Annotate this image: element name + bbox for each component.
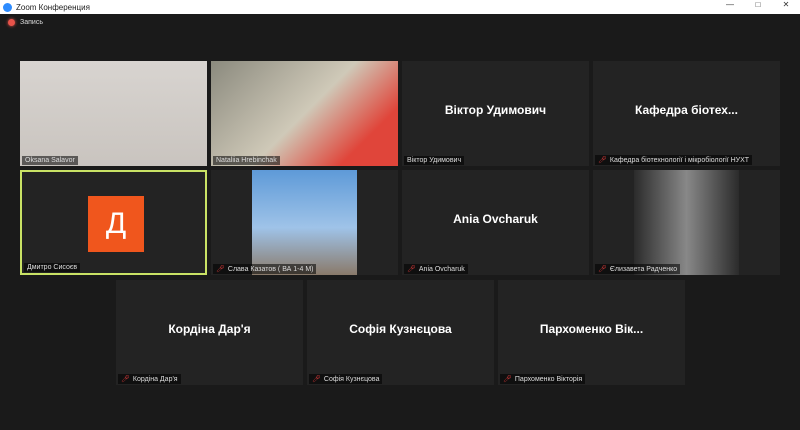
participant-tile[interactable]: Nataliia Hrebinchak (211, 61, 398, 166)
participant-tile[interactable]: 🎤︎ Єлизавета Радченко (593, 170, 780, 275)
participant-name: Єлизавета Радченко (609, 265, 678, 273)
recording-indicator[interactable]: Запись (8, 19, 43, 26)
participant-video (20, 61, 207, 166)
participant-name: Віктор Удимович (407, 157, 462, 164)
participant-name-label: 🎤︎ Ania Ovcharuk (404, 264, 468, 274)
close-button[interactable]: ✕ (772, 0, 800, 9)
participant-name: Ania Ovcharuk (418, 265, 465, 273)
participant-tile[interactable]: 🎤︎ Слава Казатов ( ВА 1-4 M) (211, 170, 398, 275)
participant-name: Софія Кузнєцова (323, 375, 380, 383)
participant-display-name: Ania Ovcharuk (453, 212, 538, 226)
title-bar: Zoom Конференция — □ ✕ (0, 0, 800, 14)
participant-tile[interactable]: Ania Ovcharuk 🎤︎ Ania Ovcharuk (402, 170, 589, 275)
mic-muted-icon: 🎤︎ (407, 266, 416, 273)
participant-name-label: 🎤︎ Єлизавета Радченко (595, 264, 681, 274)
participant-tile[interactable]: Кафедра біотех... 🎤︎ Кафедра біотехнології… (593, 61, 780, 166)
participant-name: Nataliia Hrebinchak (216, 157, 277, 164)
participant-name-label: Віктор Удимович (404, 156, 465, 165)
participant-name-label: Nataliia Hrebinchak (213, 156, 280, 165)
participant-tile[interactable]: Софія Кузнєцова 🎤︎ Софія Кузнєцова (307, 280, 494, 385)
mic-muted-icon: 🎤︎ (503, 376, 512, 383)
participant-display-name: Пархоменко Вік... (539, 322, 644, 336)
participant-video (252, 170, 357, 275)
participant-name-label: 🎤︎ Кафедра біотехнології і мікробіології … (595, 155, 753, 165)
mic-muted-icon: 🎤︎ (598, 266, 607, 273)
mic-muted-icon: 🎤︎ (216, 266, 225, 273)
recording-label: Запись (20, 19, 43, 26)
participant-video (634, 170, 739, 275)
participant-name: Слава Казатов ( ВА 1-4 M) (227, 265, 314, 273)
participant-display-name: Віктор Удимович (444, 103, 547, 117)
window-title: Zoom Конференция (16, 2, 90, 12)
participant-display-name: Кордіна Дар'я (168, 322, 251, 336)
avatar: Д (88, 196, 144, 252)
participant-name-label: 🎤︎ Софія Кузнєцова (309, 374, 383, 384)
participant-name: Кордіна Дар'я (132, 375, 178, 383)
zoom-logo-icon (3, 2, 12, 12)
participant-tile[interactable]: Пархоменко Вік... 🎤︎ Пархоменко Вікторія (498, 280, 685, 385)
participant-name-label: Дмитро Сисоєв (24, 263, 81, 272)
participant-name: Пархоменко Вікторія (514, 375, 583, 383)
participant-tile[interactable]: Д Дмитро Сисоєв (20, 170, 207, 275)
participant-display-name: Софія Кузнєцова (349, 322, 452, 336)
participant-name: Дмитро Сисоєв (27, 264, 78, 271)
participant-name-label: 🎤︎ Кордіна Дар'я (118, 374, 181, 384)
maximize-button[interactable]: □ (744, 0, 772, 9)
mic-muted-icon: 🎤︎ (312, 376, 321, 383)
participant-tile[interactable]: Віктор Удимович Віктор Удимович (402, 61, 589, 166)
minimize-button[interactable]: — (716, 0, 744, 9)
participant-name: Кафедра біотехнології і мікробіології НУ… (609, 156, 750, 164)
mic-muted-icon: 🎤︎ (598, 157, 607, 164)
participant-tile[interactable]: Кордіна Дар'я 🎤︎ Кордіна Дар'я (116, 280, 303, 385)
participant-tile[interactable]: Oksana Salavor (20, 61, 207, 166)
participant-name-label: 🎤︎ Слава Казатов ( ВА 1-4 M) (213, 264, 317, 274)
mic-muted-icon: 🎤︎ (121, 376, 130, 383)
participant-display-name: Кафедра біотех... (635, 103, 738, 117)
participant-name-label: Oksana Salavor (22, 156, 78, 165)
record-icon (8, 19, 15, 26)
participant-name: Oksana Salavor (25, 157, 75, 164)
participant-video (211, 61, 398, 166)
participant-name-label: 🎤︎ Пархоменко Вікторія (500, 374, 586, 384)
